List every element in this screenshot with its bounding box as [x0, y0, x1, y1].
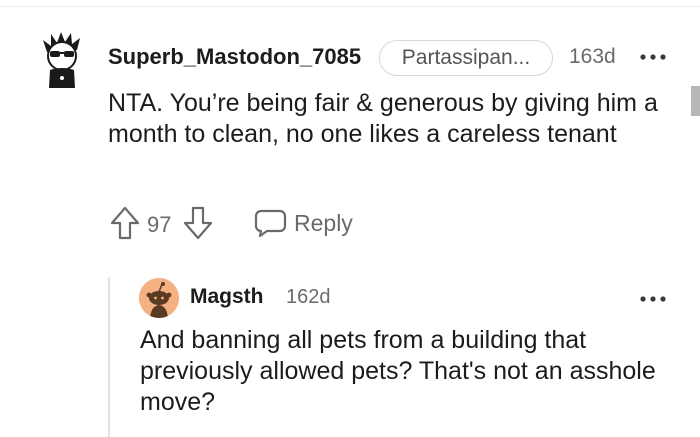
comment-body: NTA. You’re being fair & generous by giv…: [108, 89, 658, 148]
reply-button[interactable]: Reply: [253, 206, 353, 240]
reply-avatar[interactable]: [139, 278, 179, 318]
reply-username[interactable]: Magsth: [190, 285, 264, 309]
more-horizontal-icon[interactable]: [638, 49, 668, 60]
user-flair-badge: Partassipan...: [379, 40, 553, 76]
upvote-arrow-icon[interactable]: [108, 205, 142, 241]
thread-line[interactable]: [108, 277, 110, 437]
vote-count: 97: [147, 212, 172, 237]
snoo-avatar-icon: [139, 278, 179, 318]
reply-timestamp: 162d: [286, 286, 331, 308]
top-divider: [0, 6, 700, 7]
comment-timestamp: 163d: [569, 45, 616, 68]
comment-username[interactable]: Superb_Mastodon_7085: [108, 44, 361, 70]
user-avatar[interactable]: [37, 30, 89, 90]
downvote-arrow-icon[interactable]: [181, 205, 215, 241]
reply-label: Reply: [294, 209, 353, 236]
more-horizontal-icon[interactable]: [638, 291, 668, 302]
reply-body: And banning all pets from a building tha…: [140, 326, 656, 416]
scrollbar-thumb[interactable]: [691, 86, 700, 116]
speech-bubble-icon: [254, 209, 287, 238]
